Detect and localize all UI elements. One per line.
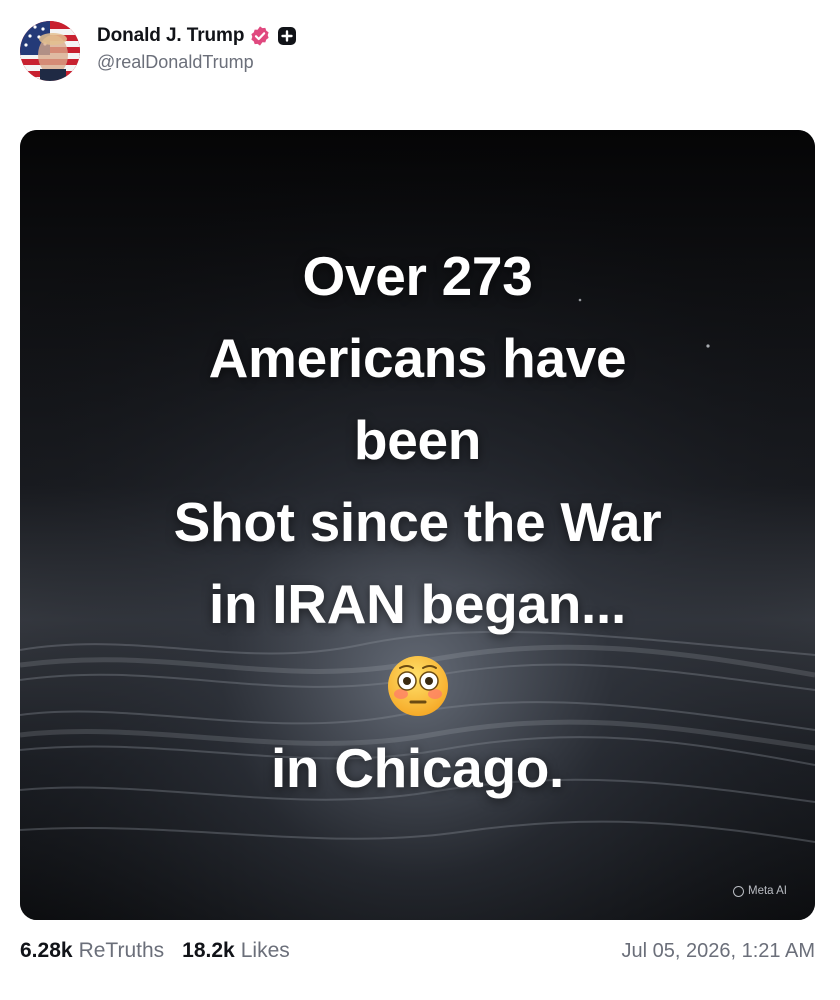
likes-stat[interactable]: 18.2k Likes [182,939,290,963]
caption-line: in Chicago. [270,737,565,799]
image-caption-text: Over 273 Americans have been Shot since … [20,235,815,809]
meta-ai-watermark: Meta AI [733,885,787,897]
author-name-row: Donald J. Trump [97,23,297,49]
post-image[interactable]: Over 273 Americans have been Shot since … [20,130,815,920]
author-block: Donald J. Trump @realDonaldTrump [97,23,297,73]
caption-line: Americans have [208,327,627,389]
post-footer: 6.28k ReTruths 18.2k Likes Jul 05, 2026,… [20,936,815,966]
caption-line: been [353,409,482,471]
retruths-label: ReTruths [78,939,165,962]
caption-line: Over 273 [302,245,533,307]
plus-square-icon [277,26,297,46]
author-handle[interactable]: @realDonaldTrump [97,52,297,73]
meta-ai-ring-icon [733,885,744,897]
verified-badge-icon [249,25,271,47]
caption-line: Shot since the War [173,491,662,553]
post-header: Donald J. Trump @realDonaldTrump [20,20,297,82]
likes-count: 18.2k [182,939,235,962]
post-timestamp[interactable]: Jul 05, 2026, 1:21 AM [622,940,815,963]
avatar[interactable] [20,21,80,81]
watermark-label: Meta AI [748,885,787,897]
avatar-image [20,21,80,81]
retruths-stat[interactable]: 6.28k ReTruths [20,939,164,963]
retruths-count: 6.28k [20,939,73,962]
caption-line: in IRAN began... [209,573,626,635]
author-display-name[interactable]: Donald J. Trump [97,25,244,47]
likes-label: Likes [240,939,290,962]
flushed-face-emoji [20,645,815,727]
